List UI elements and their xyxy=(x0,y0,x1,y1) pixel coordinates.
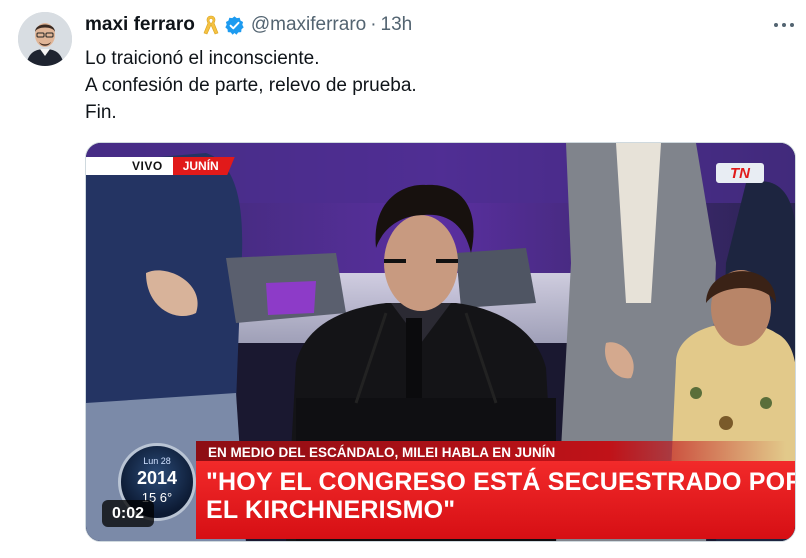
clock-day: Lun 28 xyxy=(143,456,171,466)
chyron-quote-line: "HOY EL CONGRESO ESTÁ SECUESTRADO POR xyxy=(206,468,796,496)
live-label: VIVO xyxy=(86,157,173,175)
tweet-timestamp[interactable]: 13h xyxy=(381,14,413,36)
location-label: JUNÍN xyxy=(172,157,235,175)
chyron-headline: EN MEDIO DEL ESCÁNDALO, MILEI HABLA EN J… xyxy=(196,441,786,463)
channel-logo: TN xyxy=(716,163,764,183)
tweet-line: A confesión de parte, relevo de prueba. xyxy=(85,75,417,96)
more-options-icon[interactable] xyxy=(770,12,798,38)
video-timer: 0:02 xyxy=(102,500,155,527)
chyron-quote: "HOY EL CONGRESO ESTÁ SECUESTRADO POR EL… xyxy=(196,461,796,539)
clock-time: 2014 xyxy=(136,468,178,488)
tweet-line: Fin. xyxy=(85,102,117,123)
tweet-text: Lo traicionó el inconsciente. A confesió… xyxy=(85,45,417,126)
verified-badge-icon[interactable] xyxy=(224,15,245,36)
live-badge: VIVO JUNÍN xyxy=(86,157,235,175)
author-handle[interactable]: @maxiferraro xyxy=(251,14,366,36)
tweet-video[interactable]: VIVO JUNÍN TN EN MEDIO DEL ESCÁNDALO, MI… xyxy=(85,142,796,542)
yellow-ribbon-icon xyxy=(203,14,219,36)
tweet-line: Lo traicionó el inconsciente. xyxy=(85,48,320,69)
header-separator: · xyxy=(370,14,377,35)
chyron-quote-line: EL KIRCHNERISMO" xyxy=(206,496,456,524)
tweet-header: maxi ferraro @maxiferraro · 13h xyxy=(85,12,412,38)
avatar-portrait xyxy=(18,12,72,66)
author-name[interactable]: maxi ferraro xyxy=(85,14,195,36)
author-avatar[interactable] xyxy=(18,12,72,66)
